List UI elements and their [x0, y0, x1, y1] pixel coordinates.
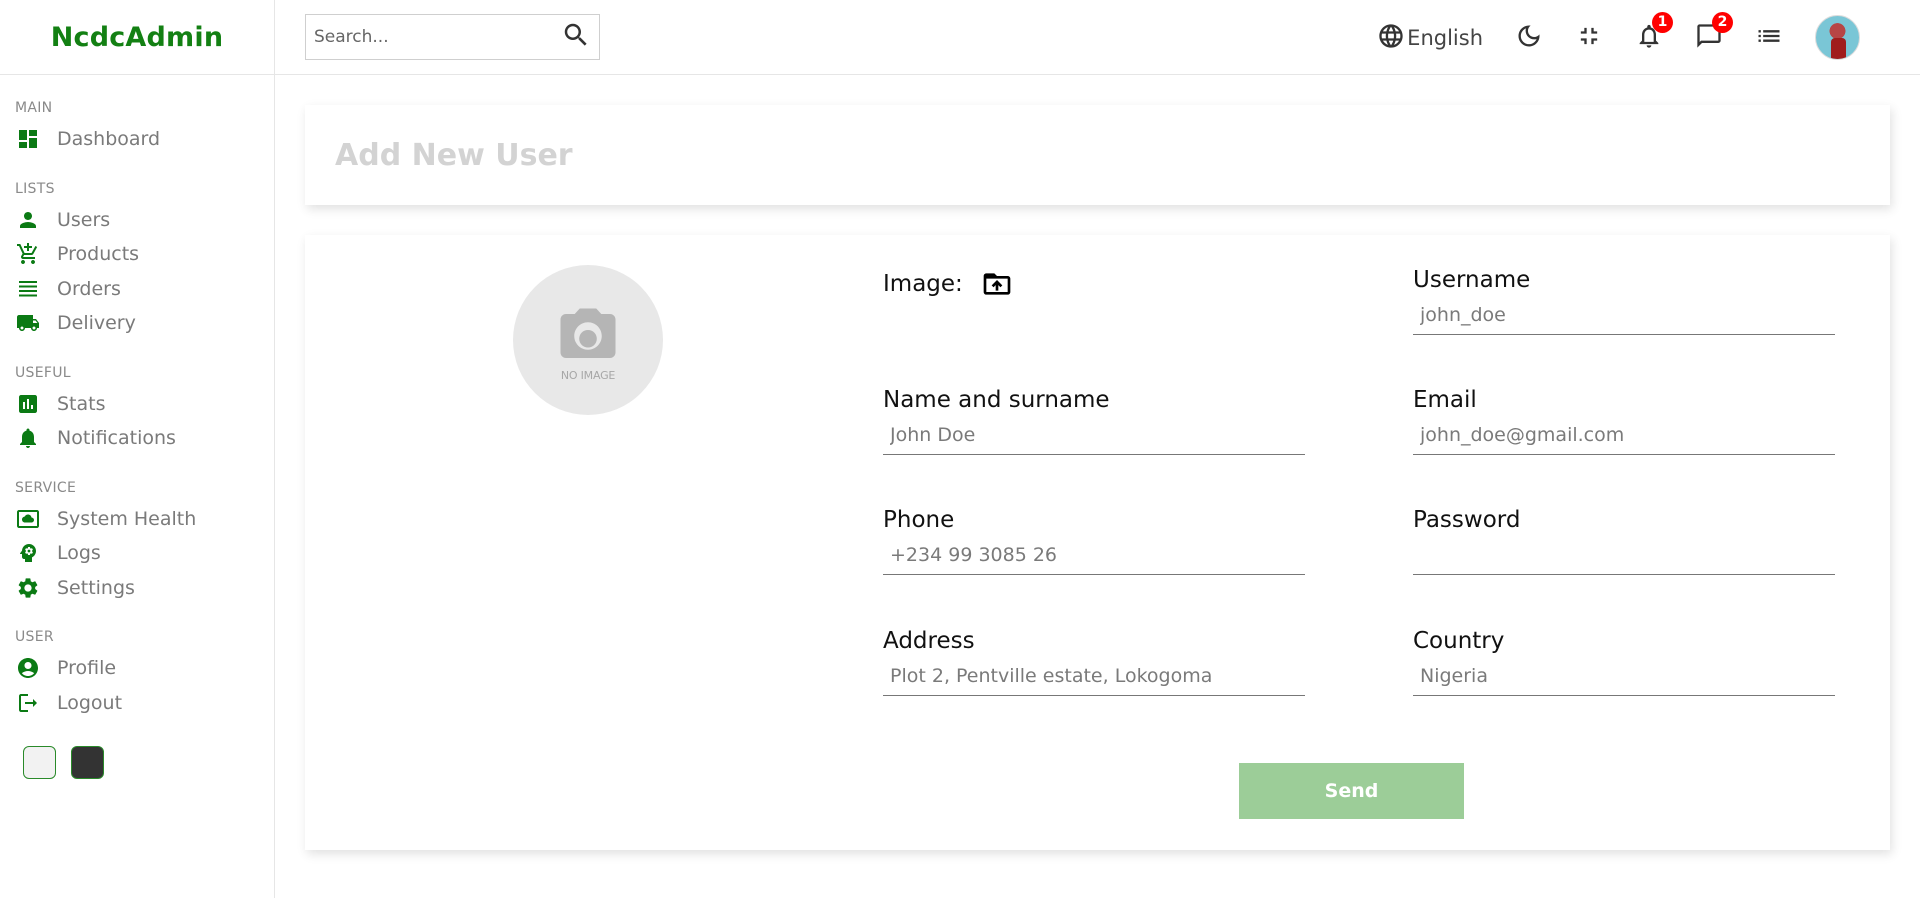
country-input[interactable]	[1413, 662, 1835, 696]
address-field: Address	[883, 628, 1305, 696]
avatar[interactable]	[1815, 15, 1860, 60]
cart-icon	[15, 241, 41, 267]
upload-folder-icon[interactable]	[981, 268, 1013, 300]
password-input[interactable]	[1413, 541, 1835, 575]
send-button[interactable]: Send	[1239, 763, 1464, 819]
section-title-lists: LISTS	[15, 180, 55, 197]
sidebar-item-label: Orders	[57, 277, 121, 300]
password-field: Password	[1413, 507, 1835, 575]
country-label: Country	[1413, 628, 1505, 654]
dark-theme-option[interactable]	[71, 746, 104, 779]
dashboard-icon	[15, 126, 41, 152]
email-label: Email	[1413, 387, 1477, 413]
section-title-main: MAIN	[15, 100, 53, 116]
list-bullet-icon	[1755, 22, 1783, 54]
username-input[interactable]	[1413, 301, 1835, 335]
topbar-actions: English 1 2	[1377, 0, 1920, 75]
account-circle-icon	[15, 655, 41, 681]
truck-icon	[15, 310, 41, 336]
sidebar-item-profile[interactable]: Profile	[15, 651, 274, 686]
theme-switcher	[15, 746, 274, 779]
language-selector[interactable]: English	[1377, 22, 1483, 54]
brain-icon	[15, 540, 41, 566]
sidebar-item-system-health[interactable]: System Health	[15, 502, 274, 537]
address-input[interactable]	[883, 662, 1305, 696]
sidebar-item-label: Users	[57, 208, 111, 231]
name-input[interactable]	[883, 421, 1305, 455]
person-icon	[15, 207, 41, 233]
country-field: Country	[1413, 628, 1835, 696]
name-label: Name and surname	[883, 387, 1110, 413]
username-label: Username	[1413, 267, 1531, 293]
sidebar: NcdcAdmin MAIN Dashboard LISTS Users Pro…	[0, 0, 275, 898]
list-icon	[15, 276, 41, 302]
page-title: Add New User	[335, 137, 573, 173]
notifications-button[interactable]: 1	[1635, 11, 1673, 54]
no-image-text: NO IMAGE	[560, 368, 616, 382]
email-field: Email	[1413, 387, 1835, 455]
image-upload-field: Image:	[883, 268, 1013, 300]
globe-icon	[1377, 22, 1405, 54]
address-label: Address	[883, 628, 975, 654]
image-label: Image:	[883, 271, 963, 297]
password-label: Password	[1413, 507, 1521, 533]
sidebar-item-logs[interactable]: Logs	[15, 536, 274, 571]
language-label: English	[1407, 25, 1483, 50]
sidebar-item-label: Settings	[57, 576, 135, 599]
logo-area: NcdcAdmin	[0, 0, 274, 75]
sidebar-item-orders[interactable]: Orders	[15, 272, 274, 307]
sidebar-item-stats[interactable]: Stats	[15, 387, 274, 422]
sidebar-item-users[interactable]: Users	[15, 203, 274, 238]
moon-icon	[1515, 22, 1543, 54]
search-input[interactable]	[314, 27, 561, 47]
name-field: Name and surname	[883, 387, 1305, 455]
phone-input[interactable]	[883, 541, 1305, 575]
bar-chart-icon	[15, 391, 41, 417]
fullscreen-exit-icon	[1575, 22, 1603, 54]
sidebar-item-products[interactable]: Products	[15, 237, 274, 272]
username-field: Username	[1413, 267, 1835, 335]
sidebar-item-label: Logs	[57, 542, 101, 565]
sidebar-item-label: Notifications	[57, 427, 176, 450]
light-theme-option[interactable]	[23, 746, 56, 779]
sidebar-item-delivery[interactable]: Delivery	[15, 306, 274, 341]
sidebar-item-label: Profile	[57, 657, 117, 680]
topbar: English 1 2	[275, 0, 1920, 75]
sidebar-item-label: Dashboard	[57, 128, 161, 151]
page-header-card: Add New User	[305, 105, 1890, 205]
messages-button[interactable]: 2	[1695, 11, 1733, 54]
sidebar-item-settings[interactable]: Settings	[15, 571, 274, 606]
sidebar-item-label: Logout	[57, 691, 123, 714]
menu-list-button[interactable]	[1755, 22, 1783, 54]
sidebar-item-label: Delivery	[57, 312, 136, 335]
image-preview: NO IMAGE	[513, 265, 663, 415]
sidebar-item-label: System Health	[57, 507, 197, 530]
app-logo[interactable]: NcdcAdmin	[51, 22, 224, 53]
sidebar-item-notifications[interactable]: Notifications	[15, 421, 274, 456]
email-input[interactable]	[1413, 421, 1835, 455]
logout-icon	[15, 690, 41, 716]
phone-field: Phone	[883, 507, 1305, 575]
search-box	[305, 14, 600, 60]
notifications-badge: 1	[1652, 11, 1673, 33]
new-user-form-card: NO IMAGE Image: Username Name and surnam…	[305, 235, 1890, 850]
phone-label: Phone	[883, 507, 955, 533]
section-title-user: USER	[15, 629, 54, 645]
section-title-service: SERVICE	[15, 479, 77, 496]
gear-icon	[15, 575, 41, 601]
fullscreen-exit-button[interactable]	[1575, 22, 1603, 54]
dark-mode-toggle[interactable]	[1515, 22, 1543, 54]
search-icon[interactable]	[561, 20, 591, 54]
bell-icon	[15, 425, 41, 451]
sidebar-nav: MAIN Dashboard LISTS Users Products Orde…	[0, 100, 274, 779]
sidebar-item-label: Products	[57, 243, 140, 266]
cloud-monitor-icon	[15, 506, 41, 532]
sidebar-item-logout[interactable]: Logout	[15, 686, 274, 721]
messages-badge: 2	[1712, 11, 1733, 33]
section-title-useful: USEFUL	[15, 364, 71, 381]
sidebar-item-dashboard[interactable]: Dashboard	[15, 122, 274, 157]
sidebar-item-label: Stats	[57, 392, 106, 415]
camera-icon	[545, 299, 631, 373]
